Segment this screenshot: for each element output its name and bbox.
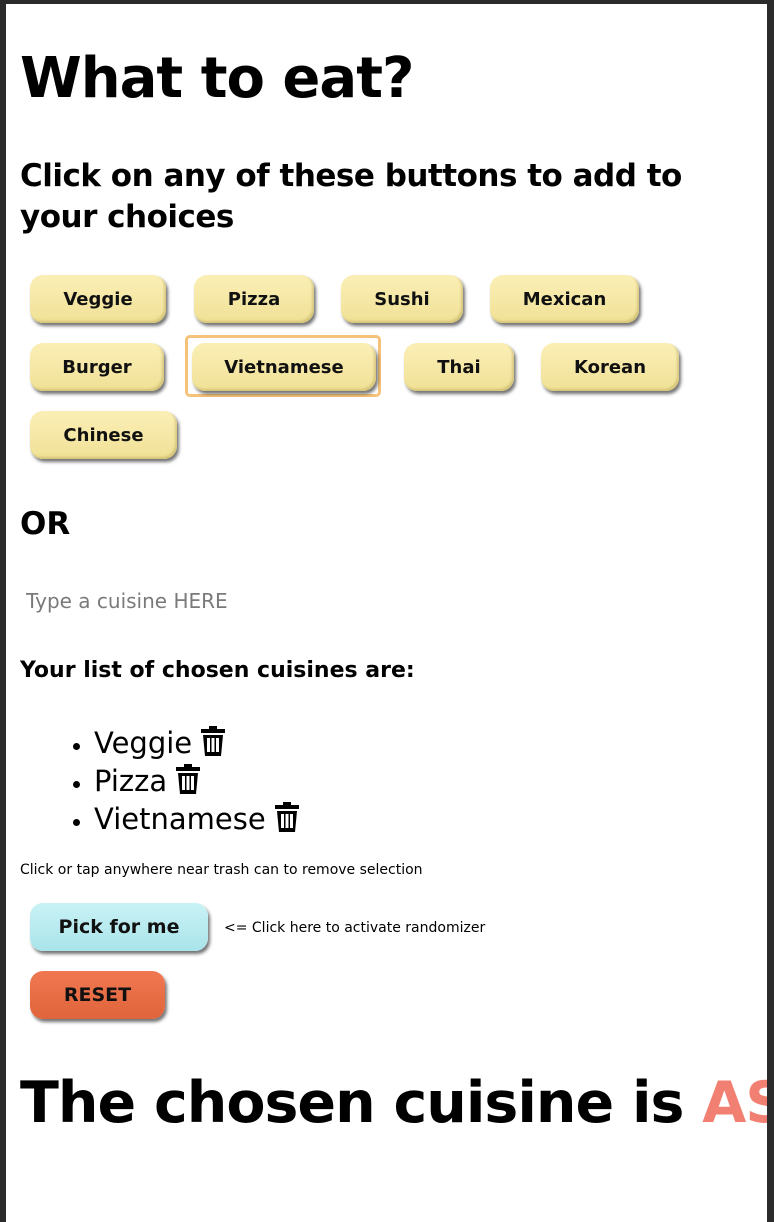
pick-for-me-button[interactable]: Pick for me xyxy=(30,903,208,951)
cuisine-button-sushi[interactable]: Sushi xyxy=(341,275,463,323)
cuisine-input[interactable] xyxy=(20,584,392,618)
result-heading: The chosen cuisine is ASS xyxy=(20,1070,767,1136)
cuisine-button-chinese[interactable]: Chinese xyxy=(30,411,177,459)
cuisine-button-burger[interactable]: Burger xyxy=(30,343,164,391)
page-title: What to eat? xyxy=(20,46,414,111)
trash-icon[interactable] xyxy=(200,726,226,764)
chosen-item[interactable]: Pizza xyxy=(94,764,300,802)
result-prefix: The chosen cuisine is xyxy=(20,1070,703,1136)
cuisine-button-vietnamese[interactable]: Vietnamese xyxy=(192,343,376,391)
cuisine-button-korean[interactable]: Korean xyxy=(541,343,679,391)
trash-icon[interactable] xyxy=(175,764,201,802)
cuisine-button-mexican[interactable]: Mexican xyxy=(490,275,639,323)
page-subtitle: Click on any of these buttons to add to … xyxy=(20,158,682,235)
cuisine-button-pizza[interactable]: Pizza xyxy=(194,275,314,323)
randomizer-hint: <= Click here to activate randomizer xyxy=(224,920,486,936)
chosen-list-heading: Your list of chosen cuisines are: xyxy=(20,658,415,683)
reset-button[interactable]: RESET xyxy=(30,971,165,1019)
chosen-item-label: Pizza xyxy=(94,764,168,798)
cuisine-button-veggie[interactable]: Veggie xyxy=(30,275,166,323)
trash-icon[interactable] xyxy=(274,802,300,840)
chosen-item-label: Vietnamese xyxy=(94,802,266,836)
cuisine-button-thai[interactable]: Thai xyxy=(404,343,514,391)
chosen-item[interactable]: Veggie xyxy=(94,726,300,764)
or-label: OR xyxy=(20,506,71,542)
chosen-item[interactable]: Vietnamese xyxy=(94,802,300,840)
remove-hint: Click or tap anywhere near trash can to … xyxy=(20,862,423,878)
chosen-item-label: Veggie xyxy=(94,726,193,760)
chosen-list: Veggie Pizza Vietnamese xyxy=(20,726,300,840)
result-value: ASS xyxy=(702,1070,767,1136)
page: What to eat? Click on any of these butto… xyxy=(6,4,767,1222)
